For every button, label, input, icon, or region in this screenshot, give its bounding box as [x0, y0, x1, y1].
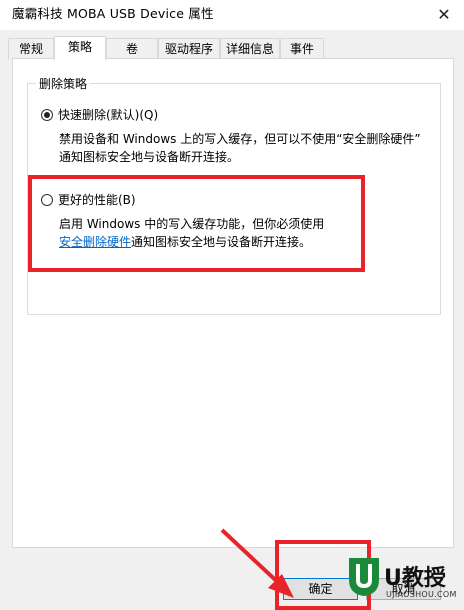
watermark-logo: U教授 UJIAOSHOU.COM — [344, 530, 464, 610]
u-shield-icon — [349, 558, 379, 596]
annotation-arrow-line — [220, 528, 286, 590]
tab-policies[interactable]: 策略 — [54, 36, 106, 60]
watermark-brand: U教授 — [384, 566, 446, 591]
watermark-url: UJIAOSHOU.COM — [386, 590, 457, 599]
annotation-arrow — [220, 528, 294, 598]
